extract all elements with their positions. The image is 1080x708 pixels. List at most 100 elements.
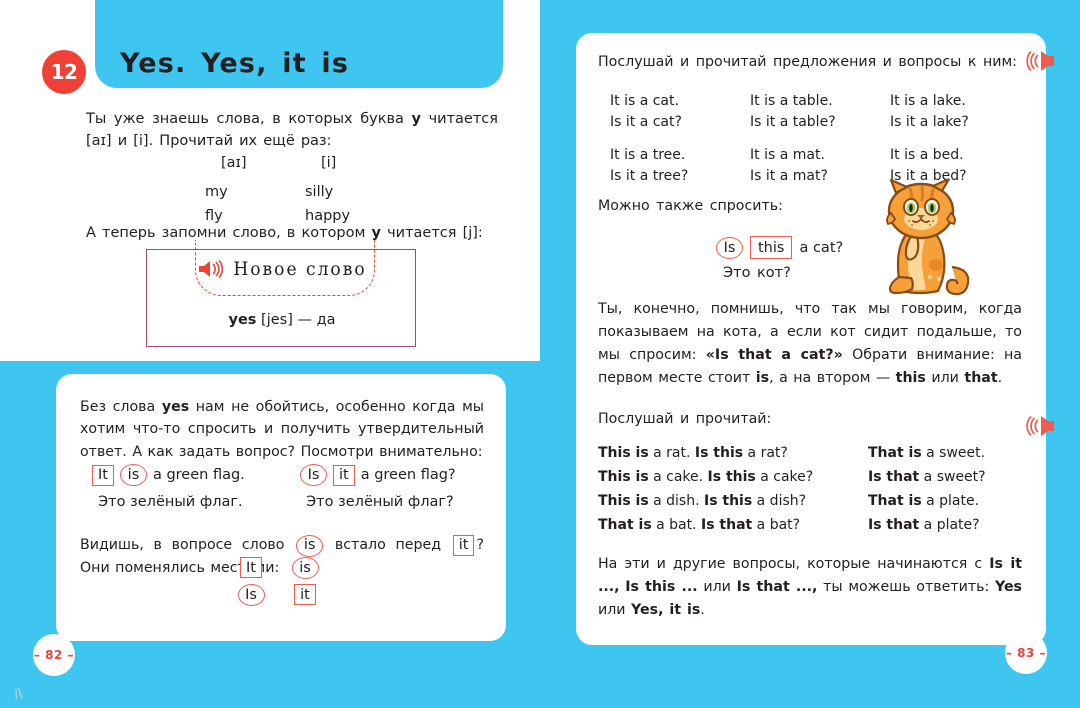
final-a: На эти и другие вопросы, которые начинаю… — [598, 556, 990, 572]
marker-box-it: it — [452, 535, 475, 557]
page-title: Yes. Yes, it is — [120, 48, 350, 79]
pattern-left-rest-1: a cake. — [648, 469, 708, 485]
pattern-right-rest: a sweet. — [921, 445, 986, 461]
final-bold-yes-it-is: Yes, it is — [631, 602, 701, 618]
intro-paragraph-1: Ты уже знаешь слова, в которых буква y ч… — [86, 108, 498, 153]
pattern-row: This is a rat. Is this a rat? That is a … — [598, 445, 1022, 469]
swap-slot: Is — [235, 583, 267, 606]
expl-e: . — [997, 370, 1003, 386]
card-p1-a: Без слова — [80, 399, 162, 415]
listen-read-label: Послушай и прочитай: — [598, 411, 772, 427]
vocab-header-row: [aɪ] [i] — [205, 152, 435, 175]
card-paragraph-1: Без слова yes нам не обойтись, особенно … — [80, 396, 484, 463]
vocab-table: [aɪ] [i] my silly fly happy — [205, 152, 435, 228]
new-word-transcription: [jes] — [261, 312, 293, 328]
example-question: Is it a green flag? Это зелёный флаг? — [300, 462, 456, 510]
new-word-word: yes — [228, 312, 257, 328]
marker-box-it: it — [333, 464, 355, 486]
example-question-rest: a green flag? — [360, 467, 456, 483]
swap-slot: it — [289, 584, 321, 605]
swap-slot: is — [289, 556, 321, 579]
speaker-icon[interactable] — [197, 259, 224, 279]
card-p1-bold: yes — [161, 399, 190, 415]
pattern-right: Is that a sweet? — [868, 469, 1018, 485]
example-statement: It is a green flag. Это зелёный флаг. — [92, 462, 245, 510]
final-d: ты можешь ответить: — [817, 579, 995, 595]
sentence-statement: It is a mat. — [750, 147, 825, 163]
sentence-statement: It is a bed. — [890, 147, 964, 163]
swap-row: It is — [235, 554, 355, 581]
intro-1-text-a: Ты уже знаешь слова, в которых буква — [86, 111, 412, 127]
pattern-left-rest-2: a bat? — [752, 517, 801, 533]
expl-bold-that: that — [964, 370, 998, 386]
right-content-card: Послушай и прочитай предложения и вопрос… — [576, 33, 1054, 645]
pattern-left-rest-1: a rat. — [648, 445, 695, 461]
pattern-left-bold-1: This is — [598, 445, 649, 461]
marker-circle-is: Is — [716, 236, 743, 259]
sentence-question: Is it a table? — [750, 114, 836, 130]
pattern-row: This is a dish. Is this a dish? That is … — [598, 493, 1022, 517]
left-page: 12 Yes. Yes, it is Ты уже знаешь слова, … — [0, 0, 540, 708]
also-ask-example: Is this a cat? — [716, 236, 843, 259]
pattern-left-bold-2: Is this — [694, 445, 744, 461]
also-ask-label: Можно также спросить: — [598, 198, 783, 214]
pattern-right-rest: a plate? — [919, 517, 980, 533]
pattern-grid: This is a rat. Is this a rat? That is a … — [598, 445, 1022, 541]
vocab-header-right: [i] — [321, 155, 337, 171]
example-question-translation: Это зелёный флаг? — [306, 494, 454, 510]
new-word-entry: yes [jes] — да — [147, 312, 417, 328]
marker-circle-is: Is — [237, 583, 265, 606]
final-e: или — [598, 602, 632, 618]
intro-2-text-a: А теперь запомни слово, в котором — [86, 225, 372, 241]
pattern-left-rest-2: a dish? — [752, 493, 807, 509]
listen-read-intro: Послушай и прочитай предложения и вопрос… — [598, 54, 1017, 70]
speaker-icon[interactable] — [1026, 414, 1054, 437]
marker-box-it: It — [240, 557, 262, 578]
vocab-word-left: my — [205, 184, 228, 201]
pattern-left-bold-2: Is that — [701, 517, 753, 533]
sentence-statement: It is a tree. — [610, 147, 686, 163]
new-word-banner-content: Новое слово — [147, 258, 417, 280]
sentence-question: Is it a cat? — [610, 114, 682, 130]
pattern-left-bold-1: This is — [598, 469, 649, 485]
example-question-line: Is it a green flag? — [300, 462, 456, 488]
sentence-group: It is a cat. Is it a cat? It is a table.… — [610, 91, 1030, 133]
pattern-right: Is that a plate? — [868, 517, 1018, 533]
final-bold-is-that: Is that ..., — [736, 579, 818, 595]
final-c: или — [697, 579, 737, 595]
pattern-left: This is a rat. Is this a rat? — [598, 445, 868, 461]
intro-2-bold-letter: y — [371, 225, 381, 241]
pattern-left: That is a bat. Is that a bat? — [598, 517, 868, 533]
speaker-icon[interactable] — [1026, 49, 1054, 72]
expl-bold-is-that-a-cat: «Is that a cat?» — [705, 347, 843, 363]
pattern-right: That is a plate. — [868, 493, 1018, 509]
pattern-row: This is a cake. Is this a cake? Is that … — [598, 469, 1022, 493]
sentence-column: It is a lake. Is it a lake? — [890, 91, 1030, 133]
marker-box-it: It — [92, 464, 114, 486]
pattern-left: This is a dish. Is this a dish? — [598, 493, 868, 509]
new-word-box: Новое слово yes [jes] — да — [146, 240, 417, 347]
example-statement-line: It is a green flag. — [92, 462, 245, 488]
expl-bold-is: is — [755, 370, 770, 386]
card-p2-a: Видишь, в вопросе слово — [80, 537, 295, 553]
pattern-row: That is a bat. Is that a bat? Is that a … — [598, 517, 1022, 541]
sentence-question: Is it a lake? — [890, 114, 969, 130]
marker-circle-is: is — [119, 464, 147, 486]
pattern-right: That is a sweet. — [868, 445, 1018, 461]
vocab-row: my silly — [205, 181, 435, 204]
swap-row: Is it — [235, 581, 355, 608]
sentence-column: It is a tree. Is it a tree? — [610, 145, 750, 187]
pattern-left: This is a cake. Is this a cake? — [598, 469, 868, 485]
right-page: Послушай и прочитай предложения и вопрос… — [540, 0, 1080, 708]
pattern-right-bold: Is that — [868, 517, 920, 533]
sentence-statement: It is a lake. — [890, 93, 966, 109]
final-bold-is-this: Is this ... — [625, 579, 698, 595]
pattern-left-bold-2: Is this — [707, 469, 756, 485]
final-f: . — [700, 602, 705, 618]
pattern-left-rest-2: a cake? — [755, 469, 814, 485]
word-swap-diagram: It is Is it — [235, 554, 355, 608]
expl-d: или — [925, 370, 965, 386]
expl-c: , а на втором — — [769, 370, 896, 386]
marker-circle-is: is — [291, 556, 319, 579]
sentence-statement: It is a cat. — [610, 93, 679, 109]
